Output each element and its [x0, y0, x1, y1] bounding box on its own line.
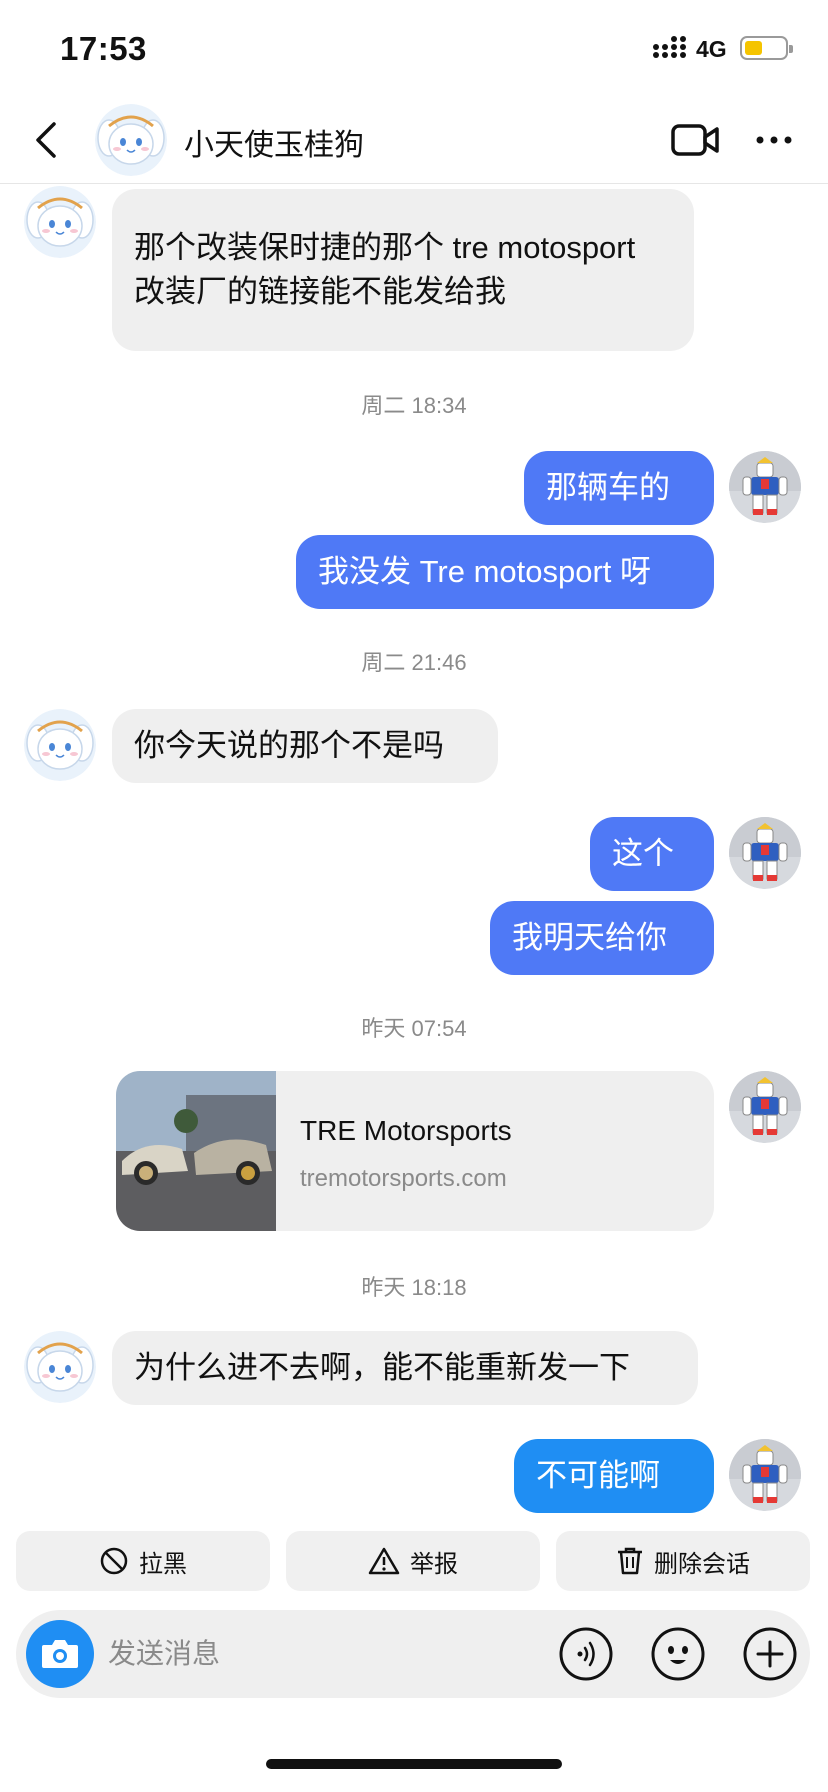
- contact-name[interactable]: 小天使玉桂狗: [184, 120, 364, 164]
- contact-avatar[interactable]: [24, 709, 96, 781]
- my-avatar[interactable]: [729, 1071, 801, 1143]
- message-bubble-outgoing[interactable]: 我明天给你: [490, 901, 714, 975]
- more-icon[interactable]: [752, 120, 796, 160]
- timestamp: 昨天 07:54: [361, 1016, 467, 1041]
- my-avatar[interactable]: [729, 1439, 801, 1511]
- block-icon: [100, 1547, 128, 1575]
- timestamp: 昨天 18:18: [361, 1275, 467, 1300]
- message-bubble-incoming[interactable]: 那个改装保时捷的那个 tre motosport 改装厂的链接能不能发给我: [112, 189, 694, 351]
- report-button[interactable]: 举报: [286, 1531, 540, 1591]
- message-text: 你今天说的那个不是吗: [134, 728, 444, 763]
- back-icon[interactable]: [24, 114, 72, 166]
- network-label: 4G: [696, 36, 727, 62]
- message-bubble-incoming[interactable]: 你今天说的那个不是吗: [112, 709, 498, 783]
- trash-icon: [618, 1547, 642, 1575]
- emoji-icon[interactable]: [650, 1626, 706, 1682]
- message-text: 那个改装保时捷的那个 tre motosport 改装厂的链接能不能发给我: [134, 230, 636, 309]
- block-label: 拉黑: [139, 1550, 187, 1578]
- status-bar: 17:53 4G: [0, 0, 828, 96]
- message-text: 不可能啊: [536, 1458, 660, 1493]
- link-domain: tremotorsports.com: [300, 1165, 507, 1192]
- delete-conversation-button[interactable]: 删除会话: [556, 1531, 810, 1591]
- link-title: TRE Motorsports: [300, 1115, 512, 1146]
- camera-icon: [42, 1640, 78, 1668]
- video-call-icon[interactable]: [670, 120, 720, 160]
- contact-avatar[interactable]: [24, 186, 96, 258]
- message-bubble-outgoing[interactable]: 这个: [590, 817, 714, 891]
- my-avatar[interactable]: [729, 817, 801, 889]
- message-text: 那辆车的: [546, 470, 670, 505]
- message-text: 我没发 Tre motosport 呀: [318, 554, 652, 589]
- status-time: 17:53: [60, 30, 147, 67]
- battery-icon: [740, 36, 793, 60]
- contact-avatar[interactable]: [24, 1331, 96, 1403]
- voice-icon[interactable]: [558, 1626, 614, 1682]
- message-bubble-outgoing[interactable]: 我没发 Tre motosport 呀: [296, 535, 714, 609]
- chat-header: 小天使玉桂狗: [0, 96, 828, 184]
- plus-icon[interactable]: [742, 1626, 798, 1682]
- message-bubble-outgoing[interactable]: 那辆车的: [524, 451, 714, 525]
- my-avatar[interactable]: [729, 451, 801, 523]
- camera-button[interactable]: [26, 1620, 94, 1688]
- link-preview-card[interactable]: TRE Motorsports tremotorsports.com: [116, 1071, 714, 1231]
- message-bubble-incoming[interactable]: 为什么进不去啊，能不能重新发一下: [112, 1331, 698, 1405]
- report-label: 举报: [410, 1550, 458, 1578]
- timestamp: 周二 21:46: [361, 650, 467, 675]
- timestamp: 周二 18:34: [361, 393, 467, 418]
- message-composer: [16, 1610, 810, 1698]
- signal-icon: [653, 36, 686, 58]
- warning-icon: [368, 1547, 400, 1575]
- block-button[interactable]: 拉黑: [16, 1531, 270, 1591]
- delete-label: 删除会话: [654, 1550, 750, 1578]
- contact-avatar[interactable]: [95, 104, 167, 176]
- link-thumbnail: [116, 1071, 276, 1231]
- message-text: 我明天给你: [512, 920, 667, 955]
- message-bubble-outgoing[interactable]: 不可能啊: [514, 1439, 714, 1513]
- message-text: 这个: [612, 836, 674, 871]
- message-text: 为什么进不去啊，能不能重新发一下: [134, 1350, 630, 1385]
- home-indicator[interactable]: [266, 1759, 562, 1769]
- message-input[interactable]: [108, 1610, 548, 1698]
